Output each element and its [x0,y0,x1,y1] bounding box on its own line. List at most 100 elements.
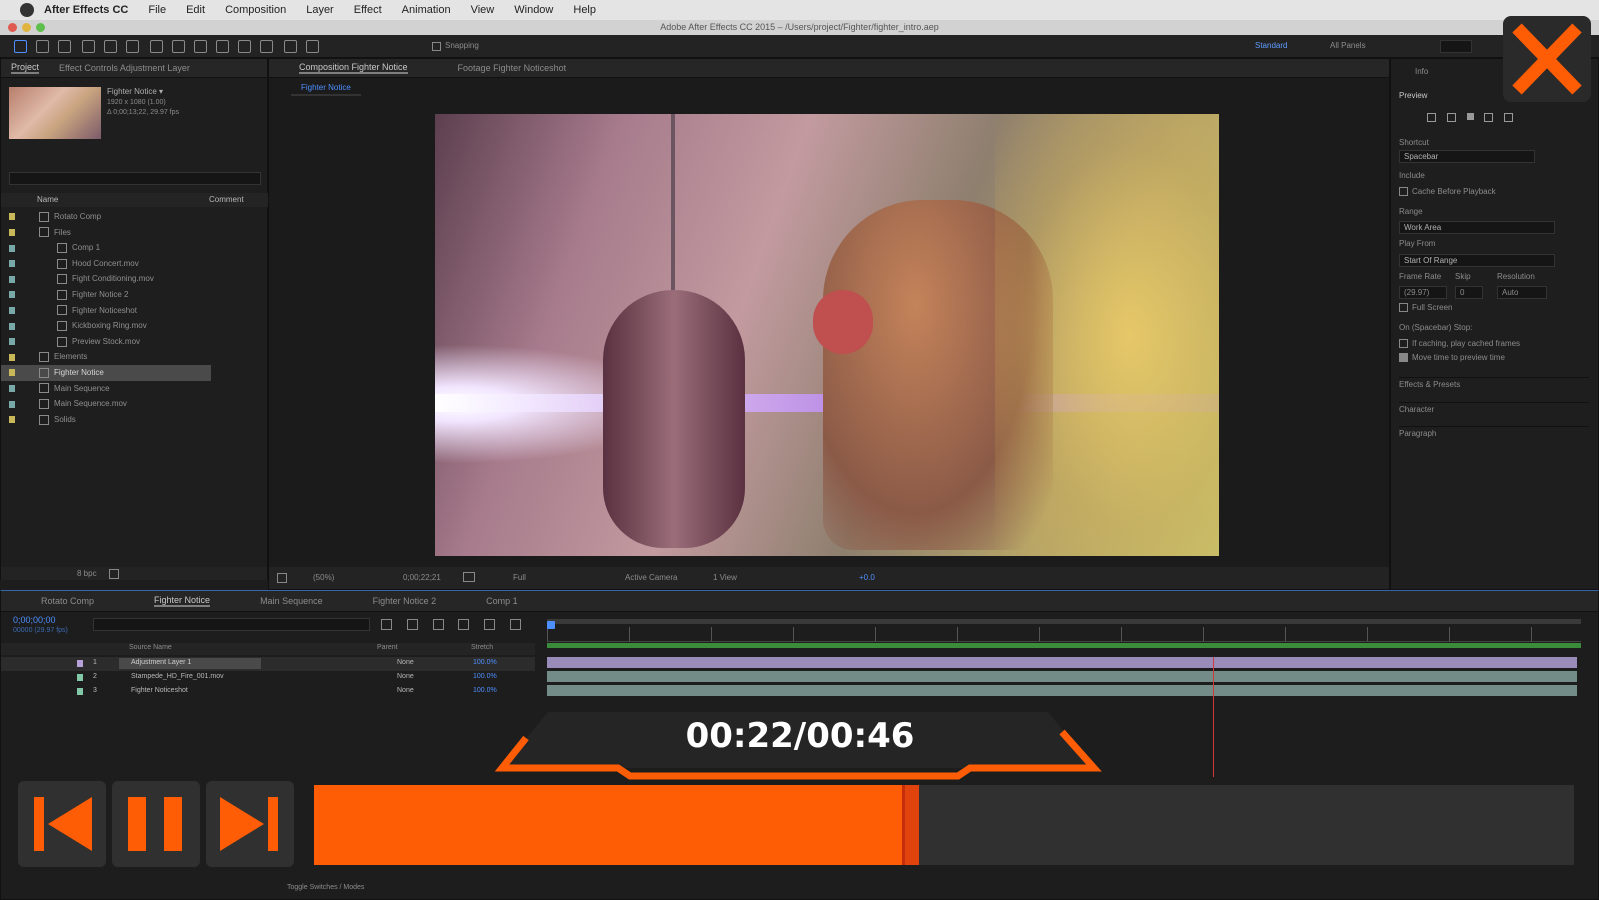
play-from-dropdown[interactable]: Start Of Range [1399,254,1555,267]
composition-flow-label[interactable]: Fighter Notice [291,83,361,96]
snapping-checkbox[interactable] [432,42,441,51]
layer-label-color[interactable] [77,688,83,695]
timeline-current-time[interactable]: 0;00;00;00 [13,615,56,625]
layer-bar-adjustment[interactable] [547,657,1577,668]
clone-stamp-tool-icon[interactable] [238,40,251,53]
pause-button[interactable] [112,781,200,867]
hand-tool-icon[interactable] [36,40,49,53]
rotate-tool-icon[interactable] [82,40,95,53]
zoom-window-icon[interactable] [36,23,45,32]
previous-frame-icon[interactable] [1446,113,1456,122]
comp-flowchart-icon[interactable] [381,619,392,630]
progress-bar[interactable] [314,785,1574,865]
tab-effect-controls[interactable]: Effect Controls Adjustment Layer [59,63,190,73]
col-comment[interactable]: Comment [209,195,244,204]
list-item[interactable]: Elements [1,349,269,365]
menu-composition[interactable]: Composition [225,4,286,16]
layer-parent[interactable]: None [397,673,414,680]
list-item[interactable]: Main Sequence.mov [1,396,269,412]
apple-icon[interactable] [20,3,34,17]
col-stretch[interactable]: Stretch [471,644,493,651]
list-item[interactable]: Files [1,225,269,241]
tab-project[interactable]: Project [11,62,40,74]
camera-dropdown[interactable]: Active Camera [625,573,677,582]
list-item[interactable]: Fighter Noticeshot [1,303,269,319]
list-item[interactable]: Preview Stock.mov [1,334,269,350]
layer-stretch[interactable]: 100.0% [473,673,497,680]
camera-tool-icon[interactable] [104,40,117,53]
timeline-search-input[interactable] [93,618,370,631]
move-time-checkbox[interactable] [1399,353,1408,363]
next-frame-icon[interactable] [1484,113,1494,122]
effects-presets-panel[interactable]: Effects & Presets [1399,377,1589,389]
search-help-input[interactable] [1440,40,1472,53]
menu-window[interactable]: Window [514,4,553,16]
layer-label-color[interactable] [77,660,83,667]
skip-forward-button[interactable] [206,781,294,867]
layer-stretch[interactable]: 100.0% [473,659,497,666]
resolution-dropdown[interactable]: Full [513,573,526,582]
tab-rotato-comp[interactable]: Rotato Comp [41,596,94,606]
stop-option-move-time[interactable]: Move time to preview time [1399,353,1505,363]
minimize-window-icon[interactable] [22,23,31,32]
paragraph-panel[interactable]: Paragraph [1399,426,1589,438]
menu-edit[interactable]: Edit [186,4,205,16]
layer-parent[interactable]: None [397,687,414,694]
pan-behind-tool-icon[interactable] [126,40,139,53]
col-parent[interactable]: Parent [377,644,398,651]
snapshot-icon[interactable] [463,572,475,582]
layer-row[interactable]: 1 Adjustment Layer 1 None 100.0% [1,657,535,671]
cache-checkbox[interactable] [1399,187,1408,197]
menu-layer[interactable]: Layer [306,4,334,16]
menu-file[interactable]: File [148,4,166,16]
character-panel[interactable]: Character [1399,402,1589,414]
list-item-selected[interactable]: Fighter Notice [1,364,211,381]
pen-tool-icon[interactable] [172,40,185,53]
roto-brush-tool-icon[interactable] [284,40,297,53]
selection-tool-icon[interactable] [14,40,27,53]
project-search-input[interactable] [9,172,261,185]
brush-tool-icon[interactable] [216,40,229,53]
first-frame-icon[interactable] [1427,113,1436,122]
type-tool-icon[interactable] [194,40,207,53]
stop-cached-checkbox[interactable] [1399,339,1408,349]
menu-app[interactable]: After Effects CC [44,4,128,16]
layer-name[interactable]: Stampede_HD_Fire_001.mov [131,673,224,680]
list-item[interactable]: Hood Concert.mov [1,256,269,272]
exposure-value[interactable]: +0.0 [859,573,875,582]
workspace-all-panels[interactable]: All Panels [1330,41,1366,50]
layer-name[interactable]: Fighter Noticeshot [131,687,188,694]
zoom-tool-icon[interactable] [58,40,71,53]
col-name[interactable]: Name [37,195,58,204]
preview-panel-title[interactable]: Preview [1399,91,1427,100]
stop-option-cached[interactable]: If caching, play cached frames [1399,339,1520,349]
tab-composition[interactable]: Composition Fighter Notice [299,62,408,74]
list-item[interactable]: Kickboxing Ring.mov [1,318,269,334]
range-dropdown[interactable]: Work Area [1399,221,1555,234]
close-button[interactable] [1503,16,1591,102]
list-item[interactable]: Fight Conditioning.mov [1,271,269,287]
cache-before-playback[interactable]: Cache Before Playback [1399,187,1496,197]
skip-input[interactable]: 0 [1455,286,1483,299]
list-item[interactable]: Main Sequence [1,381,269,397]
skip-back-button[interactable] [18,781,106,867]
views-dropdown[interactable]: 1 View [713,573,737,582]
tab-main-sequence[interactable]: Main Sequence [260,596,323,606]
resolution-dropdown-preview[interactable]: Auto [1497,286,1547,299]
frame-rate-dropdown[interactable]: (29.97) [1399,286,1447,299]
close-window-icon[interactable] [8,23,17,32]
current-time-indicator[interactable] [1213,657,1214,777]
layer-row[interactable]: 2 Stampede_HD_Fire_001.mov None 100.0% [1,671,535,685]
layer-bar-fire[interactable] [547,671,1577,682]
play-icon[interactable] [1466,113,1474,120]
layer-parent[interactable]: None [397,659,414,666]
zoom-dropdown[interactable]: (50%) [313,573,334,582]
last-frame-icon[interactable] [1504,113,1513,122]
shape-tool-icon[interactable] [150,40,163,53]
magnify-icon[interactable] [277,573,287,583]
shy-layers-icon[interactable] [432,619,444,630]
menu-animation[interactable]: Animation [402,4,451,16]
tab-fighter-notice[interactable]: Fighter Notice [154,595,211,607]
frame-blending-icon[interactable] [458,619,470,630]
tab-footage[interactable]: Footage Fighter Noticeshot [458,63,567,73]
